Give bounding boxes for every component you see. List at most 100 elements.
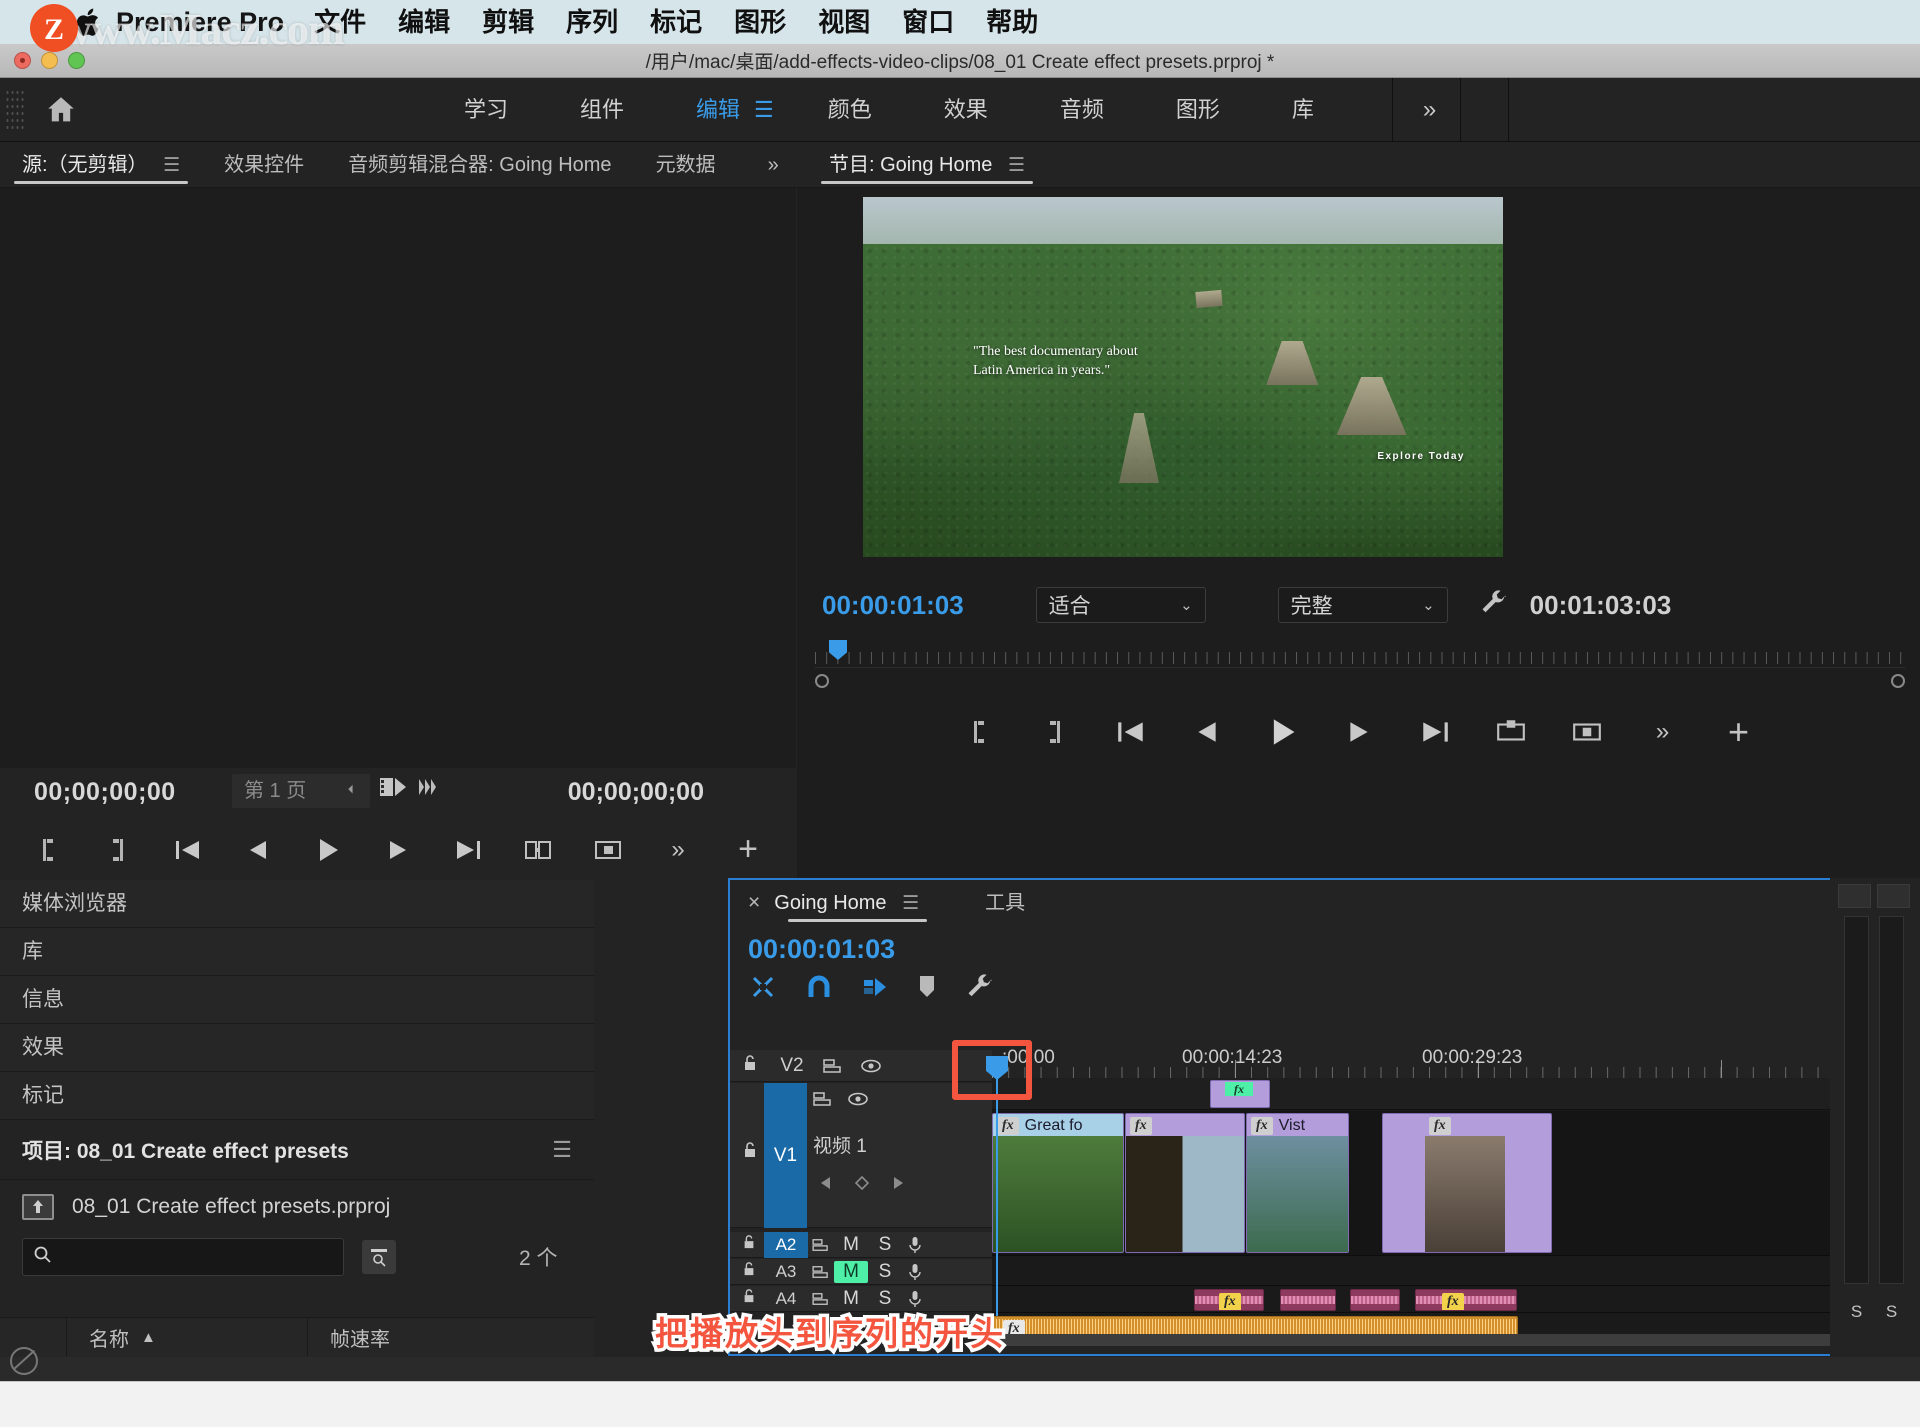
workspace-tab-audio[interactable]: 音频 [1024, 78, 1140, 142]
mic-icon-a2[interactable] [902, 1236, 928, 1254]
overwrite-icon[interactable] [588, 831, 628, 869]
sequence-timecode[interactable]: 00:00:01:03 [730, 926, 1920, 965]
tab-tools[interactable]: 工具 [963, 880, 1047, 926]
mute-button-a2[interactable]: M [834, 1234, 868, 1256]
clip-v1-1[interactable]: fx Great fo [992, 1113, 1124, 1253]
track-header-v2[interactable]: V2 [730, 1050, 992, 1082]
source-duration-timecode[interactable]: 00;00;00;00 [568, 778, 704, 807]
source-position-timecode[interactable]: 00;00;00;00 [34, 778, 176, 807]
clip-a3-3[interactable] [1350, 1289, 1400, 1311]
timeline-ruler[interactable]: :00:00 00:00:14:23 00:00:29:23 [992, 1046, 1920, 1078]
program-add-button[interactable]: + [1719, 713, 1759, 751]
workspace-tab-effects[interactable]: 效果 [908, 78, 1024, 142]
unlock-icon-a4[interactable] [742, 1288, 764, 1309]
wrench-icon[interactable] [1478, 588, 1508, 623]
timeline-horizontal-scrollbar[interactable] [992, 1334, 1898, 1346]
column-header-framerate[interactable]: 帧速率 [308, 1323, 390, 1352]
program-scrubber[interactable] [815, 640, 1905, 668]
go-to-in-icon[interactable] [168, 831, 208, 869]
clip-a3-1[interactable]: fx [1194, 1289, 1264, 1311]
home-button[interactable] [24, 93, 98, 127]
panel-grip-handle[interactable] [4, 87, 24, 133]
workspace-bar[interactable]: 学习 组件 编辑 ☰ 颜色 效果 音频 图形 库 » [0, 78, 1920, 142]
track-name-a4[interactable]: A4 [764, 1289, 808, 1309]
play-icon[interactable] [1263, 713, 1303, 751]
column-header-name[interactable]: 名称 [89, 1323, 129, 1352]
meter-solo-row[interactable]: S S [1844, 1302, 1904, 1322]
add-marker-icon[interactable] [916, 972, 938, 1007]
tab-source-burger-icon[interactable]: ☰ [163, 155, 180, 176]
timeline-panel-tabs[interactable]: × Going Home ☰ 工具 [730, 880, 1920, 926]
track-header-a3[interactable]: A3 M S [730, 1259, 992, 1285]
eye-icon-v1[interactable] [847, 1092, 869, 1111]
tab-sequence-going-home[interactable]: Going Home ☰ [774, 880, 941, 926]
track-header-a2[interactable]: A2 M S [730, 1232, 992, 1258]
program-position-timecode[interactable]: 00:00:01:03 [822, 590, 964, 621]
program-video-preview[interactable]: "The best documentary about Latin Americ… [863, 197, 1503, 557]
mark-out-icon[interactable] [1035, 713, 1075, 751]
linked-selection-icon[interactable] [860, 972, 890, 1007]
track-name-v2[interactable]: V2 [764, 1055, 820, 1077]
unlock-icon-a3[interactable] [742, 1261, 764, 1282]
menu-item-graphics[interactable]: 图形 [718, 0, 802, 44]
project-search-input[interactable] [61, 1247, 343, 1268]
project-file-row[interactable]: 08_01 Create effect presets.prproj [0, 1180, 594, 1230]
workspace-tab-color[interactable]: 颜色 [792, 78, 908, 142]
clip-v1-3[interactable]: fx Vist [1246, 1113, 1349, 1253]
workspace-overflow-button[interactable]: » [1393, 78, 1466, 142]
go-to-out-icon[interactable] [1415, 713, 1455, 751]
go-to-out-icon[interactable] [448, 831, 488, 869]
track-row-a2[interactable] [992, 1260, 1920, 1286]
program-duration-timecode[interactable]: 00:01:03:03 [1530, 590, 1672, 621]
unlock-icon-v1[interactable] [742, 1141, 764, 1164]
tab-effect-controls[interactable]: 效果控件 [202, 142, 326, 188]
nest-icon[interactable] [748, 972, 778, 1007]
track-target-icon-a2[interactable] [808, 1238, 834, 1252]
menu-item-edit[interactable]: 编辑 [382, 0, 466, 44]
track-name-v1[interactable]: V1 [764, 1083, 807, 1228]
workspace-tabs[interactable]: 学习 组件 编辑 ☰ 颜色 效果 音频 图形 库 » [428, 78, 1509, 142]
tab-metadata[interactable]: 元数据 [634, 142, 738, 188]
tab-sequence-burger-icon[interactable]: ☰ [902, 893, 919, 914]
panel-tab-media-browser[interactable]: 媒体浏览器 [0, 880, 594, 928]
meter-solo-right[interactable]: S [1879, 1302, 1904, 1322]
zoom-handle-right[interactable] [1891, 674, 1905, 688]
extract-icon[interactable] [1567, 713, 1607, 751]
panel-tab-libraries[interactable]: 库 [0, 928, 594, 976]
menu-item-help[interactable]: 帮助 [970, 0, 1054, 44]
panel-tab-info[interactable]: 信息 [0, 976, 594, 1024]
workspace-tab-libraries[interactable]: 库 [1256, 78, 1350, 142]
mute-button-a3[interactable]: M [834, 1261, 868, 1283]
program-quality-select[interactable]: 完整 ⌄ [1278, 587, 1448, 623]
workspace-tab-assembly[interactable]: 组件 [544, 78, 660, 142]
track-row-a3[interactable]: fx fx [992, 1287, 1920, 1313]
tab-program[interactable]: 节目: Going Home ☰ [807, 142, 1047, 188]
tab-program-burger-icon[interactable]: ☰ [1008, 155, 1025, 176]
program-zoom-bar[interactable] [815, 672, 1905, 690]
source-transport-overflow[interactable]: » [658, 831, 698, 869]
clip-a3-4[interactable]: fx [1415, 1289, 1517, 1311]
program-panel-tabs[interactable]: 节目: Going Home ☰ [797, 142, 1920, 188]
source-panel-tabs[interactable]: 源:（无剪辑） ☰ 效果控件 音频剪辑混合器: Going Home 元数据 » [0, 142, 796, 188]
mic-icon-a4[interactable] [902, 1290, 928, 1308]
mark-in-icon[interactable] [28, 831, 68, 869]
clip-v2-1[interactable]: fx [1210, 1080, 1270, 1108]
menu-item-clip[interactable]: 剪辑 [466, 0, 550, 44]
unlock-icon[interactable] [742, 1054, 764, 1077]
project-search-box[interactable] [22, 1238, 344, 1276]
track-target-icon-v1[interactable] [813, 1091, 833, 1112]
menu-item-marker[interactable]: 标记 [634, 0, 718, 44]
track-row-v1[interactable]: fx Great fo fx fx Vist [992, 1111, 1920, 1256]
project-panel-burger-icon[interactable]: ☰ [552, 1137, 572, 1163]
solo-button-a2[interactable]: S [868, 1234, 902, 1256]
program-transport-controls[interactable]: » + [797, 700, 1920, 764]
step-forward-icon[interactable] [378, 831, 418, 869]
mark-in-icon[interactable] [959, 713, 999, 751]
timeline-playhead-line[interactable] [996, 1078, 998, 1316]
insert-icon[interactable] [518, 831, 558, 869]
step-back-icon[interactable] [1187, 713, 1227, 751]
track-name-a3[interactable]: A3 [764, 1262, 808, 1282]
meter-solo-left[interactable]: S [1844, 1302, 1869, 1322]
source-film-icons[interactable] [345, 774, 443, 800]
workspace-tab-learn[interactable]: 学习 [428, 78, 544, 142]
